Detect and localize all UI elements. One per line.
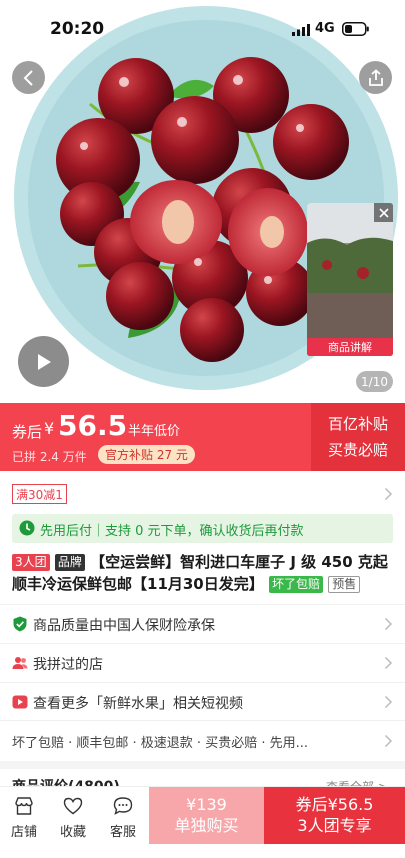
- half-year-low-label: 半年低价: [128, 424, 181, 439]
- visited-store-text: 我拼过的店: [33, 657, 103, 673]
- video-play-icon: [12, 695, 28, 709]
- product-video-pip[interactable]: 商品讲解: [307, 203, 393, 356]
- home-indicator-area: [0, 844, 405, 858]
- section-divider: [0, 761, 405, 769]
- broken-refund-tag: 坏了包赔: [268, 576, 323, 593]
- subsidy-badge: 官方补贴 27 元: [98, 445, 195, 464]
- discount-row[interactable]: 满30减1: [0, 478, 405, 510]
- product-hero-image[interactable]: 20:20 4G 商品讲解 1/10: [0, 0, 405, 402]
- discount-tag: 满30减1: [12, 484, 67, 504]
- heart-icon: [63, 797, 83, 815]
- solo-price: ¥139: [186, 795, 227, 814]
- group-buy-button[interactable]: 券后¥56.5 3人团专享: [264, 787, 405, 845]
- insurance-text: 商品质量由中国人保财险承保: [33, 618, 215, 634]
- favorite-tab-label: 收藏: [59, 825, 86, 840]
- services-text: 坏了包赔 · 顺丰包邮 · 极速退款 · 买贵必赔 · 先用...: [12, 736, 308, 751]
- group-label: 3人团专享: [297, 816, 372, 835]
- service-tab-label: 客服: [109, 825, 136, 840]
- chevron-right-icon: [384, 487, 393, 501]
- play-icon: [37, 353, 51, 370]
- video-caption: 商品讲解: [307, 338, 393, 356]
- chevron-right-icon: [384, 695, 393, 709]
- play-video-button[interactable]: [18, 336, 69, 387]
- shield-check-icon: [13, 616, 27, 632]
- visited-store-row[interactable]: 我拼过的店: [0, 643, 405, 681]
- services-row[interactable]: 坏了包赔 · 顺丰包邮 · 极速退款 · 买贵必赔 · 先用...: [0, 720, 405, 760]
- chat-bubble-icon: [113, 797, 133, 815]
- pip-close-button[interactable]: [374, 203, 393, 222]
- customer-service-tab[interactable]: 客服: [99, 787, 147, 843]
- status-time: 20:20: [50, 19, 105, 39]
- group-price: 券后¥56.5: [295, 795, 374, 814]
- presale-tag: 预售: [328, 576, 361, 593]
- product-title: 3人团 品牌 【空运尝鲜】智利进口车厘子 J 级 450 克起顺丰冷运保鲜包邮【…: [12, 551, 397, 595]
- network-label: 4G: [315, 21, 335, 36]
- bottom-action-bar: 店铺 收藏 客服 ¥139 单独购买 券后¥56.5 3人团专享: [0, 786, 405, 845]
- pay-later-text: 先用后付｜支持 0 元下单，确认收货后再付款: [40, 524, 304, 539]
- pay-later-banner[interactable]: 先用后付｜支持 0 元下单，确认收货后再付款: [12, 514, 393, 543]
- coupon-prefix: 券后: [12, 423, 43, 441]
- signal-icon: [292, 24, 310, 36]
- solo-label: 单独购买: [174, 816, 239, 835]
- group-count: 已拼 2.4 万件: [12, 450, 87, 464]
- brand-tag: 品牌: [54, 554, 85, 571]
- chevron-right-icon: [384, 734, 393, 748]
- share-button[interactable]: [359, 61, 392, 94]
- share-icon: [368, 68, 383, 86]
- promo-line-guarantee: 买贵必赔: [327, 441, 388, 459]
- back-arrow-icon: [23, 69, 33, 86]
- price-value: 56.5: [58, 409, 128, 442]
- pay-later-icon: [19, 520, 35, 536]
- store-tab[interactable]: 店铺: [0, 787, 48, 843]
- chevron-right-icon: [384, 617, 393, 631]
- battery-icon: [342, 22, 369, 36]
- chevron-right-icon: [384, 656, 393, 670]
- status-bar: 20:20 4G: [0, 0, 405, 58]
- currency-symbol: ¥: [44, 419, 55, 438]
- close-icon: [378, 207, 389, 218]
- favorite-tab[interactable]: 收藏: [49, 787, 97, 843]
- insurance-row[interactable]: 商品质量由中国人保财险承保: [0, 604, 405, 642]
- users-icon: [12, 657, 28, 669]
- buy-alone-button[interactable]: ¥139 单独购买: [149, 787, 264, 845]
- store-tab-label: 店铺: [10, 825, 37, 840]
- promo-subsidy-panel[interactable]: 百亿补贴 买贵必赔: [311, 403, 405, 471]
- back-button[interactable]: [12, 61, 45, 94]
- store-icon: [15, 797, 33, 815]
- group-tag: 3人团: [12, 554, 50, 571]
- related-videos-text: 查看更多「新鲜水果」相关短视频: [33, 696, 243, 712]
- promo-line-subsidy: 百亿补贴: [327, 415, 388, 433]
- price-band: 券后 ¥ 56.5 半年低价 已拼 2.4 万件 官方补贴 27 元 百亿补贴 …: [0, 403, 405, 471]
- video-thumbnail: [307, 203, 393, 356]
- image-page-indicator: 1/10: [356, 371, 393, 392]
- related-videos-row[interactable]: 查看更多「新鲜水果」相关短视频: [0, 682, 405, 720]
